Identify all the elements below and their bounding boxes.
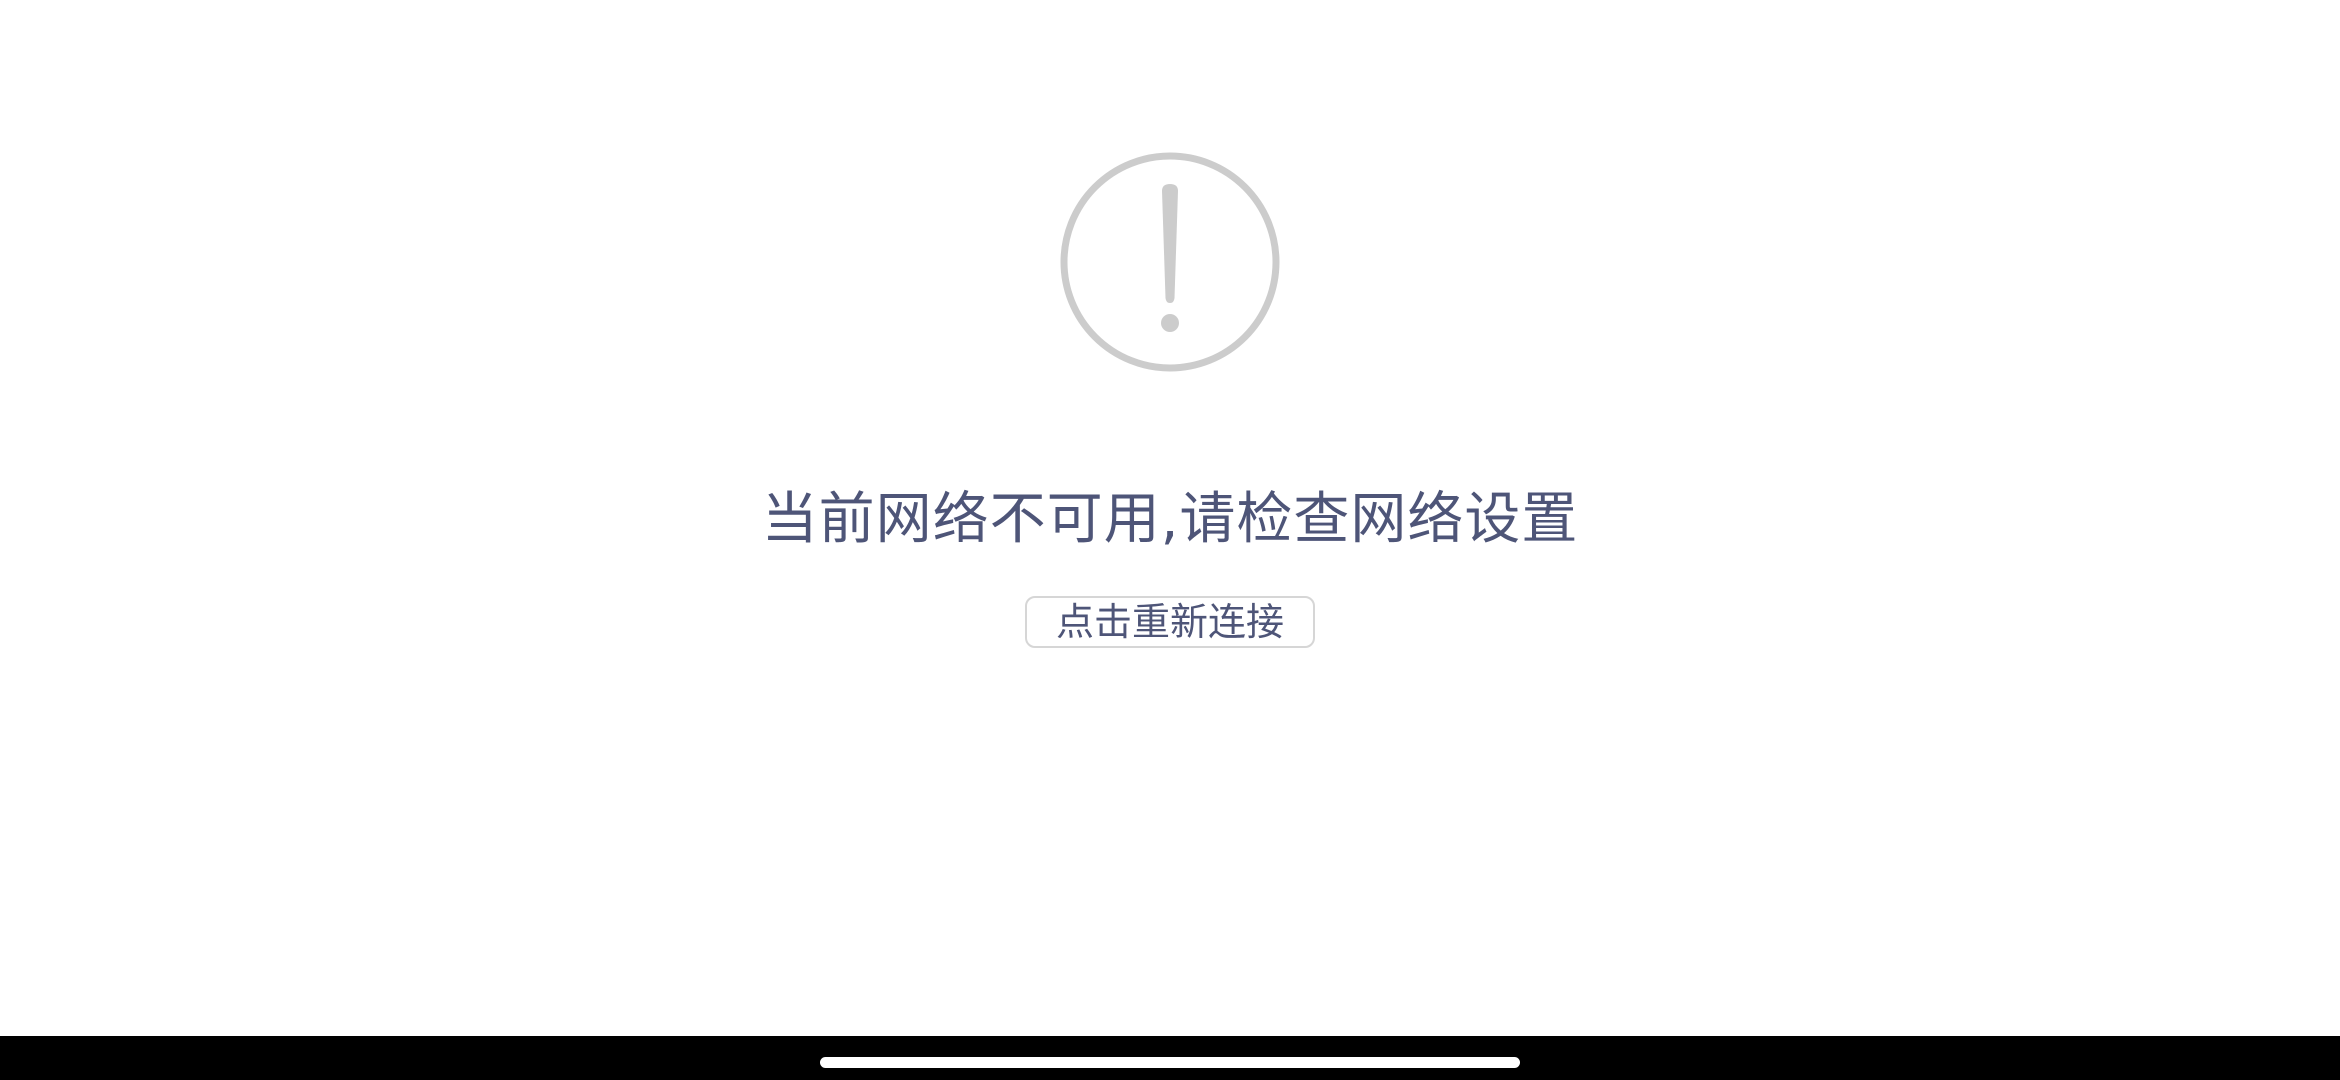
screen: 当前网络不可用,请检查网络设置 点击重新连接 bbox=[0, 0, 2340, 1080]
exclamation-circle-icon bbox=[1059, 151, 1281, 373]
reconnect-button[interactable]: 点击重新连接 bbox=[1025, 596, 1315, 648]
home-indicator[interactable] bbox=[820, 1057, 1520, 1068]
network-error-view: 当前网络不可用,请检查网络设置 点击重新连接 bbox=[0, 0, 2340, 1036]
system-navigation-bar bbox=[0, 1036, 2340, 1080]
network-error-message: 当前网络不可用,请检查网络设置 bbox=[761, 487, 1579, 552]
